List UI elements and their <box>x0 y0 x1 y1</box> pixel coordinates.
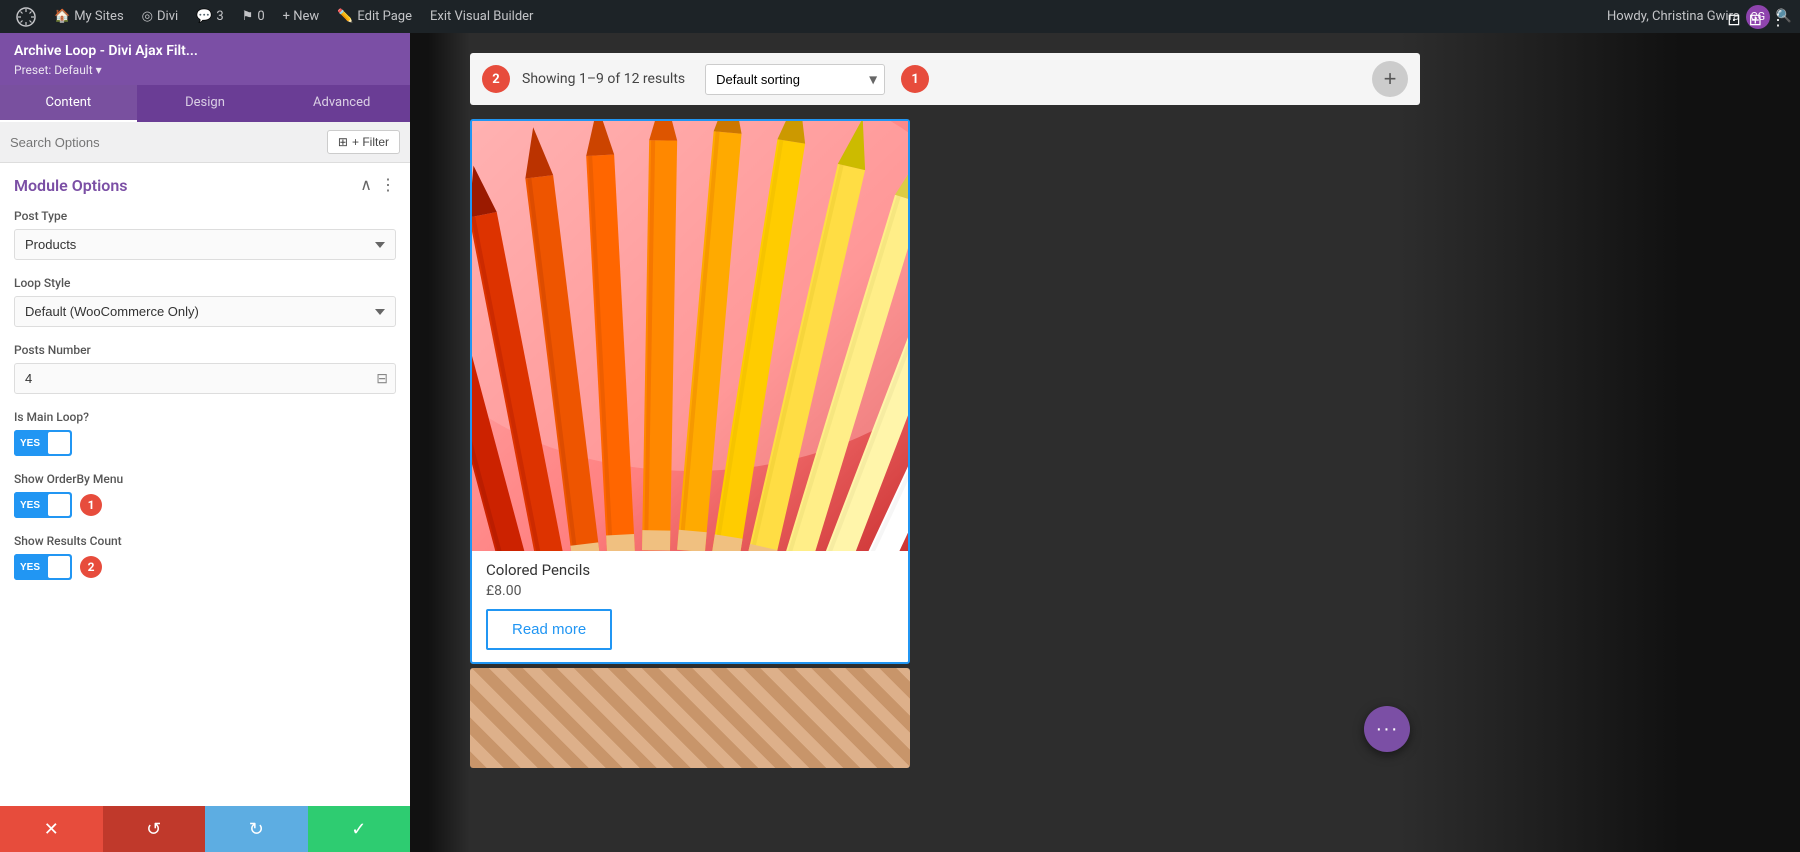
user-greeting: Howdy, Christina Gwira <box>1607 9 1740 24</box>
results-badge: 2 <box>80 556 102 578</box>
tab-content[interactable]: Content <box>0 85 137 122</box>
is-main-loop-label: Is Main Loop? <box>14 410 396 424</box>
posts-number-input[interactable] <box>14 363 396 394</box>
divi-link[interactable]: ◎ Divi <box>134 0 187 33</box>
results-text: Showing 1–9 of 12 results <box>522 71 685 87</box>
wordpress-icon <box>16 7 36 27</box>
panel-header: Archive Loop - Divi Ajax Filt... Preset:… <box>0 33 410 85</box>
product-image <box>472 121 908 551</box>
show-results-toggle-wrapper: YES 2 <box>14 554 396 580</box>
collapse-button[interactable]: ∧ <box>360 175 372 195</box>
redo-button[interactable]: ↻ <box>205 806 308 852</box>
post-type-field: Post Type Products <box>14 209 396 260</box>
show-orderby-field: Show OrderBy Menu YES 1 <box>14 472 396 518</box>
pending-link[interactable]: ⚑ 0 <box>234 0 273 33</box>
tab-advanced[interactable]: Advanced <box>273 85 410 122</box>
product-price: £8.00 <box>486 583 894 599</box>
tab-bar: Content Design Advanced <box>0 85 410 122</box>
badge-1: 1 <box>901 65 929 93</box>
fab-icon: ··· <box>1376 718 1399 741</box>
product-card-1: Colored Pencils £8.00 Read more <box>470 119 910 664</box>
visual-builder: 2 Showing 1–9 of 12 results Default sort… <box>410 33 1800 852</box>
posts-number-wrapper: ⊟ <box>14 363 396 394</box>
show-results-label: Show Results Count <box>14 534 396 548</box>
filter-button[interactable]: ⊞ + Filter <box>327 130 400 154</box>
vb-main-content: 2 Showing 1–9 of 12 results Default sort… <box>470 53 1420 768</box>
search-options-input[interactable] <box>10 135 319 150</box>
cancel-icon: ✕ <box>44 819 59 840</box>
comment-icon: 💬 <box>196 9 212 24</box>
bottom-toolbar: ✕ ↺ ↻ ✓ <box>0 806 410 852</box>
admin-bar: 🏠 My Sites ◎ Divi 💬 3 ⚑ 0 + New ✏️ Edit … <box>0 0 1800 33</box>
tab-design[interactable]: Design <box>137 85 274 122</box>
visual-builder-panel: 2 Showing 1–9 of 12 results Default sort… <box>410 33 1800 852</box>
undo-icon: ↺ <box>146 819 161 840</box>
cancel-button[interactable]: ✕ <box>0 806 103 852</box>
show-results-field: Show Results Count YES 2 <box>14 534 396 580</box>
fab-button[interactable]: ··· <box>1364 706 1410 752</box>
panel-preset: Preset: Default ▾ <box>14 63 396 77</box>
undo-button[interactable]: ↺ <box>103 806 206 852</box>
toggle-knob-3 <box>48 556 70 578</box>
loop-style-field: Loop Style Default (WooCommerce Only) <box>14 276 396 327</box>
show-orderby-label: Show OrderBy Menu <box>14 472 396 486</box>
divi-icon: ◎ <box>142 9 153 24</box>
product-card-2 <box>470 668 910 768</box>
save-button[interactable]: ✓ <box>308 806 411 852</box>
panel-body: Module Options ∧ ⋮ Post Type Products Lo… <box>0 163 410 806</box>
main-content: Archive Loop - Divi Ajax Filt... Preset:… <box>0 33 1800 852</box>
product-2-pattern <box>470 668 910 768</box>
edit-icon: ✏️ <box>337 9 353 24</box>
orderby-badge: 1 <box>80 494 102 516</box>
wp-logo-link[interactable] <box>8 0 44 33</box>
is-main-loop-toggle[interactable]: YES <box>14 430 72 456</box>
pencils-svg <box>472 121 908 551</box>
search-options-bar: ⊞ + Filter <box>0 122 410 163</box>
loop-style-select[interactable]: Default (WooCommerce Only) <box>14 296 396 327</box>
module-options-title: Module Options <box>14 176 128 195</box>
section-header: Module Options ∧ ⋮ <box>14 175 396 195</box>
loop-style-label: Loop Style <box>14 276 396 290</box>
new-link[interactable]: + New <box>275 0 328 33</box>
add-section-button[interactable]: + <box>1372 61 1408 97</box>
edit-page-link[interactable]: ✏️ Edit Page <box>329 0 420 33</box>
comments-link[interactable]: 💬 3 <box>188 0 232 33</box>
toggle-knob <box>48 432 70 454</box>
panel-title: Archive Loop - Divi Ajax Filt... <box>14 43 396 59</box>
results-badge-2: 2 <box>482 65 510 93</box>
save-icon: ✓ <box>351 819 366 840</box>
pending-icon: ⚑ <box>242 9 254 24</box>
dark-right <box>1400 33 1800 852</box>
posts-number-label: Posts Number <box>14 343 396 357</box>
post-type-label: Post Type <box>14 209 396 223</box>
input-icon: ⊟ <box>376 371 388 387</box>
is-main-loop-toggle-wrapper: YES <box>14 430 396 456</box>
woo-bar: 2 Showing 1–9 of 12 results Default sort… <box>470 53 1420 105</box>
sorting-wrapper: Default sorting ▾ <box>705 64 885 95</box>
show-orderby-toggle[interactable]: YES <box>14 492 72 518</box>
show-results-toggle[interactable]: YES <box>14 554 72 580</box>
section-controls: ∧ ⋮ <box>360 175 396 195</box>
toggle-knob-2 <box>48 494 70 516</box>
filter-icon: ⊞ <box>338 135 348 149</box>
sorting-select[interactable]: Default sorting <box>705 64 885 95</box>
product-info: Colored Pencils £8.00 Read more <box>472 551 908 662</box>
posts-number-field: Posts Number ⊟ <box>14 343 396 394</box>
my-sites-link[interactable]: 🏠 My Sites <box>46 0 132 33</box>
post-type-select[interactable]: Products <box>14 229 396 260</box>
show-orderby-toggle-wrapper: YES 1 <box>14 492 396 518</box>
read-more-button[interactable]: Read more <box>486 609 612 650</box>
product-name: Colored Pencils <box>486 561 894 579</box>
section-more-button[interactable]: ⋮ <box>380 175 396 195</box>
is-main-loop-field: Is Main Loop? YES <box>14 410 396 456</box>
exit-builder-link[interactable]: Exit Visual Builder <box>422 0 541 33</box>
left-panel: Archive Loop - Divi Ajax Filt... Preset:… <box>0 33 410 852</box>
admin-bar-left: 🏠 My Sites ◎ Divi 💬 3 ⚑ 0 + New ✏️ Edit … <box>8 0 1603 33</box>
dark-left <box>410 33 470 852</box>
redo-icon: ↻ <box>249 819 264 840</box>
home-icon: 🏠 <box>54 9 70 24</box>
